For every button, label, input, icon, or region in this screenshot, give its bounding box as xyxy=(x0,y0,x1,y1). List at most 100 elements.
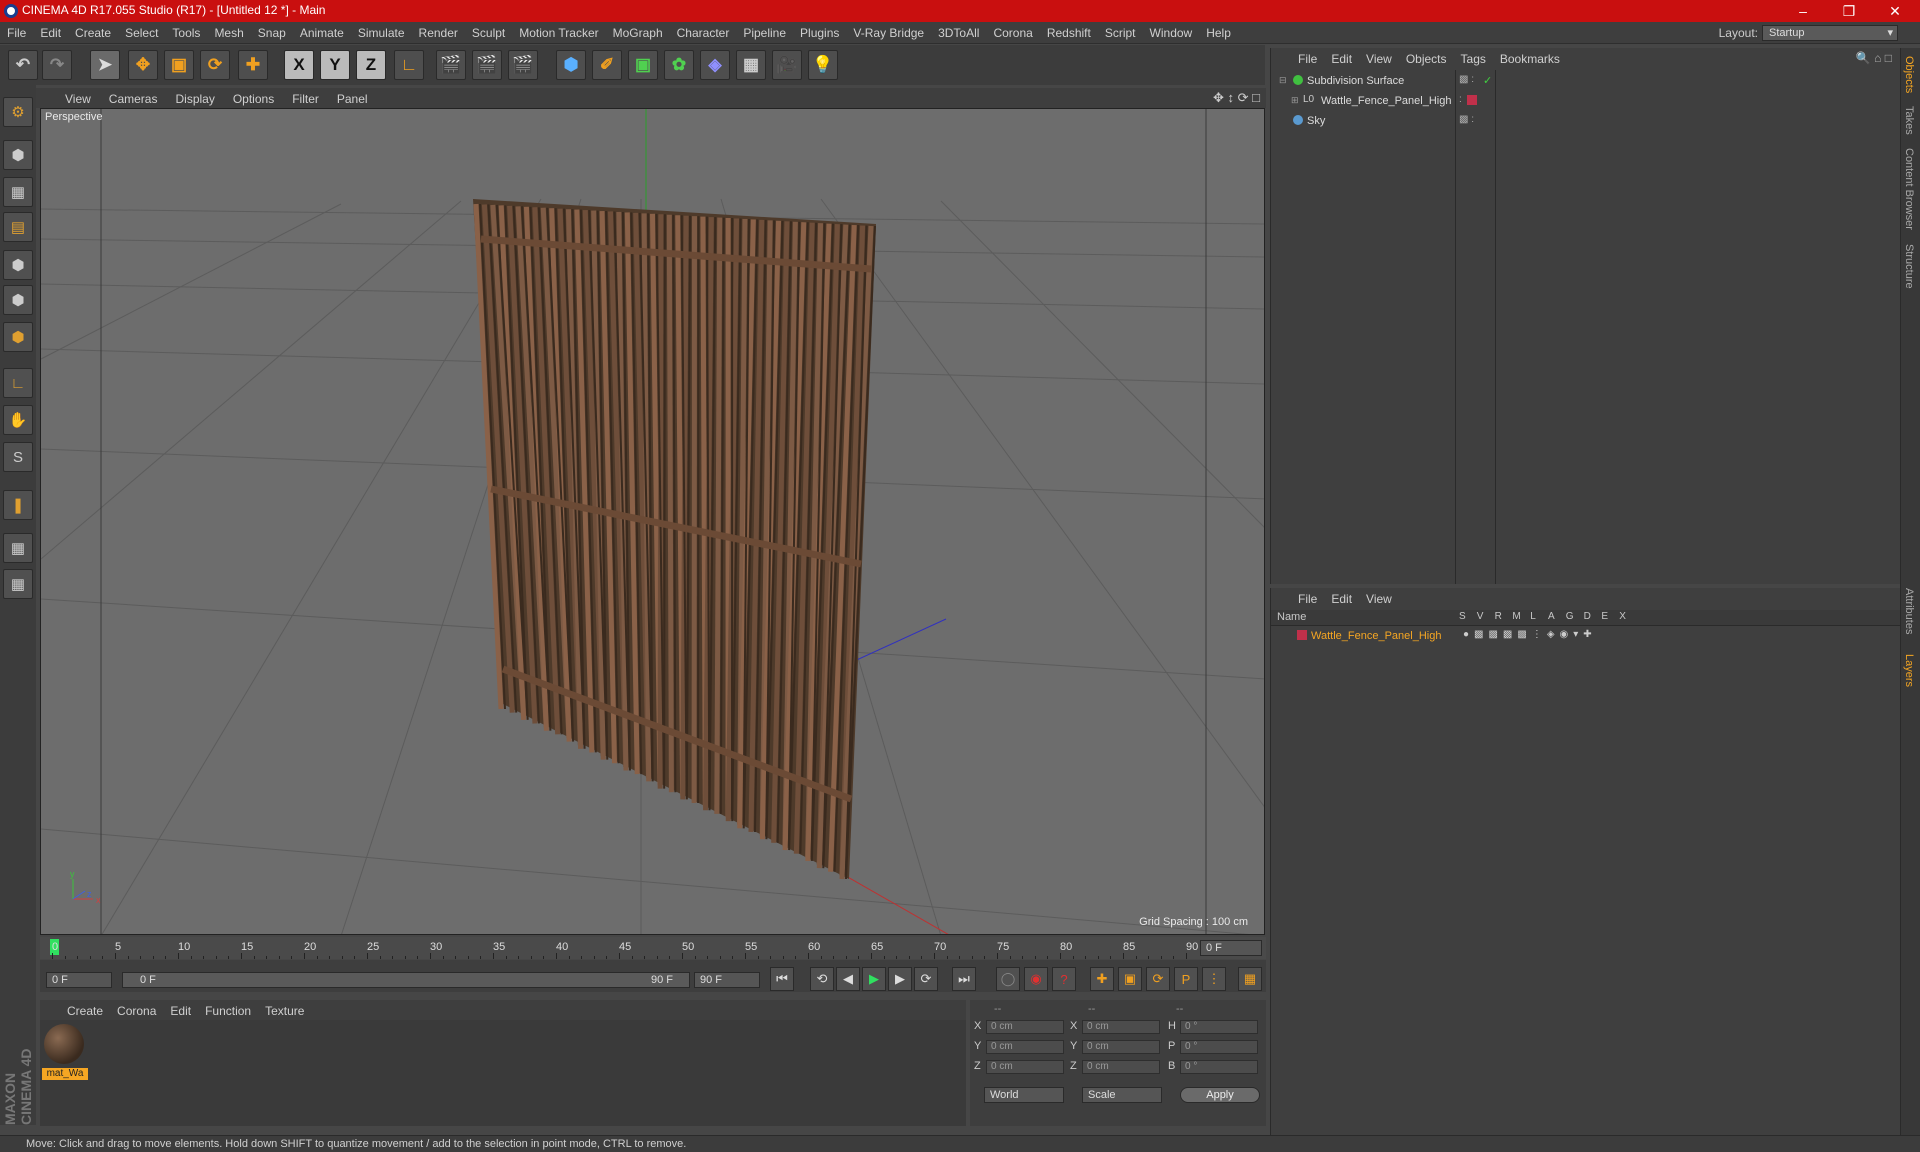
material-tag-icon[interactable] xyxy=(1467,95,1477,105)
layer-menu-view[interactable]: View xyxy=(1359,592,1399,606)
recent-tool-button[interactable]: ✚ xyxy=(238,50,268,80)
tweak-mode-icon[interactable]: ✋ xyxy=(3,405,33,435)
play-button[interactable]: ▶ xyxy=(862,967,886,991)
locked-workplane-icon[interactable]: ▦ xyxy=(3,533,33,563)
rotation-field[interactable]: 0 ° xyxy=(1180,1040,1258,1054)
texture-mode-icon[interactable]: ▦ xyxy=(3,177,33,207)
object-row-sky[interactable]: Sky ▩ : xyxy=(1271,112,1901,132)
material-menu-texture[interactable]: Texture xyxy=(258,1004,311,1018)
menu-render[interactable]: Render xyxy=(412,26,465,40)
menu-help[interactable]: Help xyxy=(1199,26,1238,40)
rotate-tool-button[interactable]: ⟳ xyxy=(200,50,230,80)
material-name-label[interactable]: mat_Wa xyxy=(42,1068,88,1080)
floor-scene-button[interactable]: ▦ xyxy=(736,50,766,80)
menu-redshift[interactable]: Redshift xyxy=(1040,26,1098,40)
render-picture-viewer-button[interactable]: 🎬 xyxy=(472,50,502,80)
tab-content-browser[interactable]: Content Browser xyxy=(1903,148,1915,230)
pen-spline-button[interactable]: ✐ xyxy=(592,50,622,80)
layer-col-header[interactable]: S xyxy=(1459,611,1466,622)
viewport-navigation-icons[interactable]: ✥ ↕ ⟳ □ xyxy=(1213,90,1260,106)
menu-simulate[interactable]: Simulate xyxy=(351,26,412,40)
menu-window[interactable]: Window xyxy=(1143,26,1200,40)
object-name[interactable]: Wattle_Fence_Panel_High xyxy=(1321,95,1451,107)
layer-col-header[interactable]: M xyxy=(1512,611,1520,622)
position-field[interactable]: 0 cm xyxy=(986,1020,1064,1034)
menu-animate[interactable]: Animate xyxy=(293,26,351,40)
tab-takes[interactable]: Takes xyxy=(1903,106,1915,135)
viewport-menu-filter[interactable]: Filter xyxy=(283,92,328,106)
deformer-button[interactable]: ◈ xyxy=(700,50,730,80)
menu-motion-tracker[interactable]: Motion Tracker xyxy=(512,26,605,40)
scale-tool-button[interactable]: ▣ xyxy=(164,50,194,80)
magnet-icon[interactable]: ❚ xyxy=(3,490,33,520)
keyframe-selection-button[interactable]: ? xyxy=(1052,967,1076,991)
object-name[interactable]: Sky xyxy=(1307,115,1325,127)
tab-attributes[interactable]: Attributes xyxy=(1903,588,1915,634)
redo-button[interactable]: ↷ xyxy=(42,50,72,80)
minimize-icon[interactable]: – xyxy=(1780,0,1826,22)
size-field[interactable]: 0 cm xyxy=(1082,1020,1160,1034)
layer-col-header[interactable]: G xyxy=(1566,611,1574,622)
mograph-cloner-button[interactable]: ✿ xyxy=(664,50,694,80)
go-to-start-button[interactable]: ⏮ xyxy=(770,967,794,991)
key-scale-button[interactable]: ▣ xyxy=(1118,967,1142,991)
menu-v-ray-bridge[interactable]: V-Ray Bridge xyxy=(846,26,931,40)
cube-primitive-button[interactable]: ⬢ xyxy=(556,50,586,80)
render-view-button[interactable]: 🎬 xyxy=(436,50,466,80)
planar-workplane-icon[interactable]: ▦ xyxy=(3,569,33,599)
object-menu-edit[interactable]: Edit xyxy=(1324,52,1359,66)
menu-sculpt[interactable]: Sculpt xyxy=(465,26,512,40)
expand-icon[interactable]: ⊞ xyxy=(1291,95,1299,106)
current-frame-field[interactable]: 0 F xyxy=(1200,940,1262,956)
layer-toggle-icons[interactable]: ●▩▩▩▩⋮◈◉▾✚ xyxy=(1463,629,1597,640)
object-menu-view[interactable]: View xyxy=(1359,52,1399,66)
object-menu-objects[interactable]: Objects xyxy=(1399,52,1454,66)
perspective-viewport[interactable]: y z x Perspective Grid Spacing : 100 cm xyxy=(40,108,1265,935)
layer-menu-file[interactable]: File xyxy=(1291,592,1324,606)
layer-col-header[interactable]: D xyxy=(1584,611,1591,622)
object-menu-file[interactable]: File xyxy=(1291,52,1324,66)
material-preview-swatch[interactable] xyxy=(44,1024,84,1064)
coordinate-mode-dropdown[interactable]: World xyxy=(984,1087,1064,1103)
tab-objects[interactable]: Objects xyxy=(1903,56,1915,93)
rotation-field[interactable]: 0 ° xyxy=(1180,1020,1258,1034)
collapse-icon[interactable]: ⊟ xyxy=(1279,75,1287,86)
next-frame-button[interactable]: ▶ xyxy=(888,967,912,991)
light-button[interactable]: 💡 xyxy=(808,50,838,80)
viewport-menu-panel[interactable]: Panel xyxy=(328,92,377,106)
apply-button[interactable]: Apply xyxy=(1180,1087,1260,1103)
start-frame-field[interactable]: 0 F xyxy=(46,972,112,988)
workplane-mode-icon[interactable]: ▤ xyxy=(3,212,33,242)
model-mode-icon[interactable]: ⬢ xyxy=(3,140,33,170)
menu-tools[interactable]: Tools xyxy=(165,26,207,40)
tab-layers[interactable]: Layers xyxy=(1903,654,1915,687)
points-mode-icon[interactable]: ⬢ xyxy=(3,250,33,280)
next-key-button[interactable]: ⟳ xyxy=(914,967,938,991)
layer-col-header[interactable]: V xyxy=(1477,611,1484,622)
key-pla-button[interactable]: ⋮ xyxy=(1202,967,1226,991)
end-frame-field[interactable]: 90 F xyxy=(694,972,760,988)
layer-col-header[interactable]: L xyxy=(1530,611,1536,622)
close-icon[interactable]: ✕ xyxy=(1872,0,1918,22)
layer-row[interactable]: Wattle_Fence_Panel_High ●▩▩▩▩⋮◈◉▾✚ xyxy=(1271,627,1901,647)
menu-mograph[interactable]: MoGraph xyxy=(606,26,670,40)
subdivision-surface-button[interactable]: ▣ xyxy=(628,50,658,80)
layer-color-swatch[interactable] xyxy=(1297,630,1307,640)
autokey-button[interactable]: ◉ xyxy=(1024,967,1048,991)
wattle-fence-panel[interactable] xyxy=(473,199,876,880)
layer-col-header[interactable]: E xyxy=(1601,611,1608,622)
size-field[interactable]: 0 cm xyxy=(1082,1060,1160,1074)
object-menu-tags[interactable]: Tags xyxy=(1454,52,1493,66)
viewport-menu-display[interactable]: Display xyxy=(166,92,223,106)
menu-pipeline[interactable]: Pipeline xyxy=(736,26,793,40)
menu-select[interactable]: Select xyxy=(118,26,165,40)
size-mode-dropdown[interactable]: Scale xyxy=(1082,1087,1162,1103)
menu-plugins[interactable]: Plugins xyxy=(793,26,846,40)
material-menu-function[interactable]: Function xyxy=(198,1004,258,1018)
menu-3dtoall[interactable]: 3DToAll xyxy=(931,26,986,40)
menu-script[interactable]: Script xyxy=(1098,26,1143,40)
prev-key-button[interactable]: ⟲ xyxy=(810,967,834,991)
key-rotation-button[interactable]: ⟳ xyxy=(1146,967,1170,991)
layout-dropdown[interactable]: Startup ▾ xyxy=(1762,25,1898,41)
viewport-menu-view[interactable]: View xyxy=(56,92,100,106)
